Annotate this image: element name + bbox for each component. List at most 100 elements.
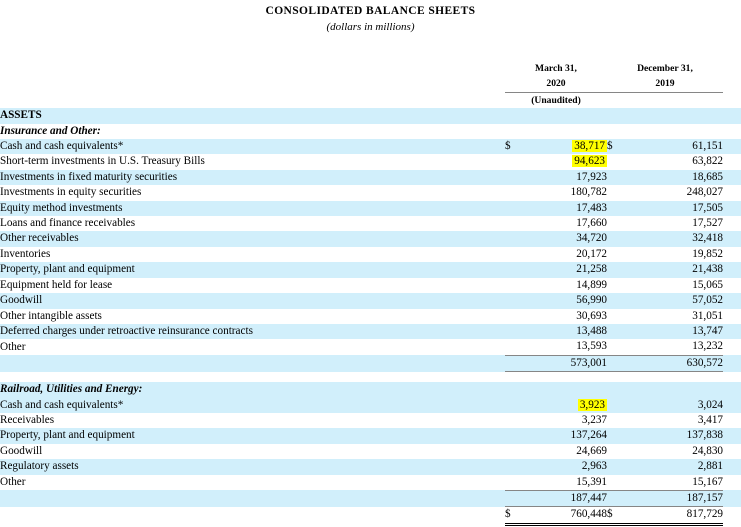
insurance-row: Other 13,593 13,232 (0, 339, 741, 355)
row-pad (723, 507, 741, 524)
insurance-subtotal-row: 573,001 630,572 (0, 354, 741, 373)
spacer-cell (723, 47, 741, 61)
insurance-row: Loans and finance receivables 17,660 17,… (0, 216, 741, 231)
insurance-subtotal-label (0, 355, 505, 372)
currency-symbol-col2 (607, 169, 629, 186)
value-col1: 760,448 (523, 506, 607, 526)
currency-symbol-col1: $ (505, 506, 523, 526)
insurance-row: Other intangible assets 30,693 31,051 (0, 309, 741, 324)
currency-symbol-col1 (505, 169, 523, 186)
insurance-row: Equipment held for lease 14,899 15,065 (0, 278, 741, 293)
value-col1: 17,923 (523, 169, 607, 186)
highlighted-value: 94,623 (572, 155, 607, 168)
currency-symbol-col2 (607, 293, 629, 309)
spacer-cell (607, 372, 629, 383)
value-col1 (523, 108, 607, 124)
railroad-row-label: Other (0, 476, 26, 489)
currency-symbol-col1 (505, 293, 523, 309)
row-pad (723, 413, 741, 428)
currency-symbol-col2 (607, 231, 629, 247)
currency-symbol-col1 (505, 339, 523, 355)
insurance-row-label: Investments in equity securities (0, 186, 142, 199)
value-col1: 14,899 (576, 278, 607, 291)
insurance-row-label: Goodwill (0, 293, 505, 309)
row-pad (723, 323, 741, 340)
railroad-row-label: Property, plant and equipment (0, 428, 505, 444)
row-pad (723, 216, 741, 231)
spacer-cell (607, 47, 629, 61)
railroad-row: Regulatory assets 2,963 2,881 (0, 459, 741, 475)
insurance-row-label: Equity method investments (0, 200, 505, 217)
row-pad (723, 397, 741, 413)
row-pad (723, 200, 741, 217)
balance-sheet-document: CONSOLIDATED BALANCE SHEETS (dollars in … (0, 0, 741, 527)
currency-symbol-col2 (607, 309, 629, 324)
spacer-cell (523, 47, 607, 61)
assets-heading-row: ASSETS (0, 108, 741, 124)
column-header-pad (723, 61, 741, 92)
value-col2: 17,505 (629, 200, 723, 217)
value-col1: 21,258 (523, 262, 607, 278)
row-pad (723, 459, 741, 475)
insurance-row: Investments in fixed maturity securities… (0, 169, 741, 186)
col2-line2: 2019 (655, 78, 675, 90)
currency-symbol-col2 (607, 428, 629, 444)
insurance-row: Goodwill 56,990 57,052 (0, 293, 741, 309)
insurance-row-label: Short-term investments in U.S. Treasury … (0, 155, 205, 168)
spacer-row (0, 47, 741, 61)
row-pad (723, 339, 741, 355)
currency-symbol-col1 (505, 459, 523, 475)
currency-symbol-col2 (607, 216, 629, 231)
currency-symbol-col2 (607, 475, 629, 491)
insurance-row: Equity method investments 17,483 17,505 (0, 200, 741, 217)
insurance-row: Cash and cash equivalents* $38,717 $61,151 (0, 139, 741, 155)
railroad-row-label: Receivables (0, 413, 55, 426)
value-col2: 24,830 (692, 444, 723, 457)
column-header-march-2020: March 31, 2020 (505, 61, 607, 93)
currency-symbol-col1 (505, 108, 523, 124)
value-col1: 38,717 (523, 139, 607, 155)
currency-symbol-col1 (505, 278, 523, 293)
grand-total-row: $760,448 $817,729 (0, 506, 741, 526)
value-col2: 13,232 (692, 340, 723, 353)
currency-symbol-col2 (607, 382, 629, 398)
railroad-subtotal-row: 187,447 187,157 (0, 489, 741, 507)
insurance-row: Property, plant and equipment 21,258 21,… (0, 262, 741, 278)
currency-symbol-col2 (607, 278, 629, 293)
value-col2: 817,729 (629, 506, 723, 526)
currency-symbol-col2 (607, 262, 629, 278)
value-col2: 19,852 (692, 247, 723, 260)
value-col2: 2,881 (629, 459, 723, 475)
value-col1: 187,447 (523, 489, 607, 507)
currency-symbol-col2 (607, 444, 629, 459)
railroad-row: Receivables 3,237 3,417 (0, 413, 741, 428)
currency-symbol-col1 (505, 247, 523, 262)
title-block: CONSOLIDATED BALANCE SHEETS (dollars in … (0, 0, 741, 33)
row-pad (723, 169, 741, 186)
currency-symbol-col1 (505, 382, 523, 398)
row-pad (723, 382, 741, 398)
column-header-label (0, 61, 505, 92)
value-col2: 18,685 (629, 169, 723, 186)
currency-symbol-col1 (505, 231, 523, 247)
railroad-section-heading: Railroad, Utilities and Energy: (0, 382, 505, 398)
currency-symbol-col1 (505, 475, 523, 491)
column-header-row: March 31, 2020 December 31, 2019 (0, 61, 741, 93)
value-col1: 180,782 (570, 186, 607, 199)
spacer-cell (0, 372, 505, 383)
row-pad (723, 309, 741, 324)
currency-symbol-col2 (607, 108, 629, 124)
insurance-row: Investments in equity securities 180,782… (0, 185, 741, 200)
value-col1: 17,660 (576, 217, 607, 230)
balance-sheet-body: March 31, 2020 December 31, 2019 (Unaudited… (0, 47, 741, 526)
railroad-subtotal-label (0, 490, 505, 507)
row-pad (723, 154, 741, 169)
insurance-row-label: Deferred charges under retroactive reins… (0, 323, 505, 340)
value-col2: 187,157 (629, 489, 723, 507)
currency-symbol-col2 (607, 397, 629, 413)
currency-symbol-col1 (505, 216, 523, 231)
railroad-row-label: Cash and cash equivalents* (0, 397, 505, 413)
value-col1: 137,264 (523, 428, 607, 444)
value-col2: 63,822 (692, 155, 723, 168)
currency-symbol-col1 (505, 185, 523, 200)
